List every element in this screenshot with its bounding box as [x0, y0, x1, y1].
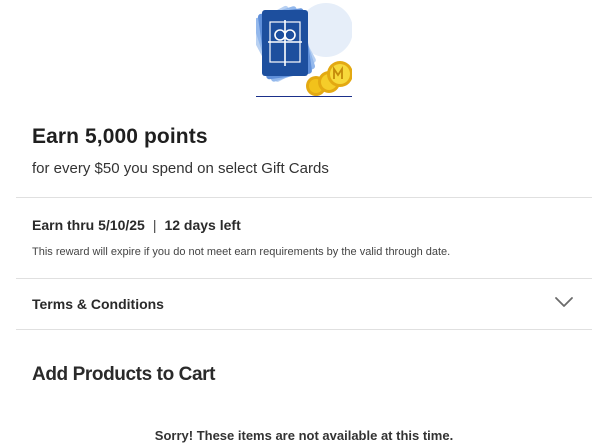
offer-subtitle: for every $50 you spend on select Gift C… [32, 160, 329, 177]
add-products-heading: Add Products to Cart [32, 364, 216, 385]
divider [16, 197, 592, 198]
empty-state-message: Sorry! These items are not available at … [154, 428, 454, 443]
gift-card-with-coins-icon [256, 3, 352, 96]
divider [16, 278, 592, 279]
divider [16, 329, 592, 330]
expiry-note: This reward will expire if you do not me… [32, 246, 451, 258]
days-left: 12 days left [164, 217, 241, 233]
offer-title: Earn 5,000 points [32, 125, 208, 148]
offer-detail-page: Earn 5,000 points for every $50 you spen… [0, 0, 608, 445]
gift-card-image [256, 0, 352, 97]
earn-thru-date: Earn thru 5/10/25 [32, 217, 145, 233]
separator: | [152, 217, 157, 233]
terms-accordion[interactable]: Terms & Conditions [16, 280, 592, 328]
chevron-down-icon[interactable] [554, 295, 574, 309]
terms-label: Terms & Conditions [32, 296, 164, 312]
earn-period: Earn thru 5/10/25 | 12 days left [32, 217, 241, 233]
